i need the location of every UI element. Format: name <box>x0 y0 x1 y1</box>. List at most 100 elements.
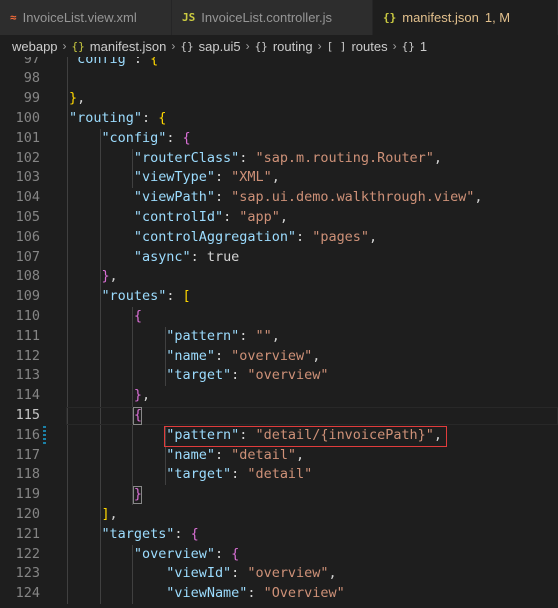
code-line[interactable]: 117 "name": "detail", <box>0 446 558 466</box>
tab-manifest-json[interactable]: {} manifest.json 1, M <box>373 0 558 35</box>
code-text: "pattern": "", <box>166 327 280 344</box>
code-text: "routes": [ <box>101 288 191 305</box>
line-number: 103 <box>15 169 40 186</box>
line-number: 99 <box>23 90 40 107</box>
code-text: } <box>133 486 142 503</box>
code-line[interactable]: 100 "routing": { <box>0 109 558 129</box>
code-text: "routerClass": "sap.m.routing.Router", <box>133 149 442 166</box>
line-number: 112 <box>15 347 40 364</box>
breadcrumb-item-routing[interactable]: {} routing <box>255 39 313 54</box>
code-line[interactable]: 123 "viewId": "overview", <box>0 564 558 584</box>
code-line[interactable]: 122 "overview": { <box>0 545 558 565</box>
code-text: { <box>133 406 142 423</box>
code-text: "viewName": "Overview" <box>166 585 345 602</box>
code-text: "name": "detail", <box>166 446 305 463</box>
code-line[interactable]: 114 }, <box>0 386 558 406</box>
code-line[interactable]: 120 ], <box>0 505 558 525</box>
line-number: 105 <box>15 208 40 225</box>
object-icon: {} <box>401 39 415 53</box>
line-number: 106 <box>15 228 40 245</box>
code-line[interactable]: 108 }, <box>0 267 558 287</box>
modified-line-indicator <box>43 425 46 445</box>
code-text: }, <box>69 90 86 107</box>
code-line[interactable]: 105 "controlId": "app", <box>0 208 558 228</box>
line-number: 116 <box>15 426 40 443</box>
tab-label: InvoiceList.controller.js <box>201 10 333 25</box>
highlight-box <box>163 425 448 447</box>
line-number: 109 <box>15 288 40 305</box>
line-number: 104 <box>15 189 40 206</box>
code-line[interactable]: 106 "controlAggregation": "pages", <box>0 228 558 248</box>
bracket-match-highlight <box>133 406 143 425</box>
code-line[interactable]: 103 "viewType": "XML", <box>0 168 558 188</box>
code-text: "controlAggregation": "pages", <box>133 228 378 245</box>
line-number: 118 <box>15 466 40 483</box>
line-number: 111 <box>15 327 40 344</box>
code-text: ], <box>101 505 118 522</box>
breadcrumb-item-sap-ui5[interactable]: {} sap.ui5 <box>180 39 240 54</box>
code-text: "target": "detail" <box>166 466 313 483</box>
code-line[interactable]: 109 "routes": [ <box>0 287 558 307</box>
code-line[interactable]: 101 "config": { <box>0 129 558 149</box>
breadcrumb-item-routes[interactable]: [ ] routes <box>327 39 388 54</box>
line-number: 110 <box>15 307 40 324</box>
code-line[interactable]: 98 <box>0 69 558 89</box>
chevron-right-icon: › <box>171 39 176 53</box>
json-file-icon: {} <box>383 11 397 24</box>
breadcrumb-label: 1 <box>419 38 428 54</box>
editor-tab-bar: ≈ InvoiceList.view.xml JS InvoiceList.contr… <box>0 0 558 35</box>
breadcrumb: webapp › {} manifest.json › {} sap.ui5 › {} routi… <box>0 35 558 57</box>
code-line[interactable]: 124 "viewName": "Overview" <box>0 584 558 604</box>
code-line[interactable]: 115 { <box>0 406 558 426</box>
array-icon: [ ] <box>326 39 347 53</box>
code-text: "routing": { <box>69 109 167 126</box>
code-text: { <box>133 307 142 324</box>
code-text: "viewId": "overview", <box>166 565 337 582</box>
code-text: "async": true <box>133 248 240 265</box>
line-number: 119 <box>15 486 40 503</box>
code-text: "name": "overview", <box>166 347 321 364</box>
line-number: 107 <box>15 248 40 265</box>
tab-invoicelist-view-xml[interactable]: ≈ InvoiceList.view.xml <box>0 0 172 35</box>
line-number: 117 <box>15 446 40 463</box>
code-line[interactable]: 121 "targets": { <box>0 525 558 545</box>
code-line[interactable]: 97 "config": { <box>0 57 558 69</box>
line-number: 102 <box>15 149 40 166</box>
code-line[interactable]: 119 } <box>0 485 558 505</box>
code-line[interactable]: 111 "pattern": "", <box>0 327 558 347</box>
code-line[interactable]: 104 "viewPath": "sap.ui.demo.walkthrough… <box>0 188 558 208</box>
code-text: }, <box>101 268 118 285</box>
tab-invoicelist-controller-js[interactable]: JS InvoiceList.controller.js <box>172 0 373 35</box>
rss-icon: ≈ <box>10 11 17 24</box>
line-number: 122 <box>15 545 40 562</box>
line-number: 100 <box>15 109 40 126</box>
chevron-right-icon: › <box>62 39 67 53</box>
code-text: "overview": { <box>133 545 240 562</box>
code-line[interactable]: 99}, <box>0 89 558 109</box>
code-line[interactable]: 107 "async": true <box>0 248 558 268</box>
line-number: 108 <box>15 268 40 285</box>
code-text: "controlId": "app", <box>133 208 288 225</box>
code-text: "config": { <box>101 129 191 146</box>
breadcrumb-item-webapp[interactable]: webapp <box>12 39 58 54</box>
code-line[interactable]: 102 "routerClass": "sap.m.routing.Router… <box>0 149 558 169</box>
breadcrumb-label: sap.ui5 <box>198 38 241 54</box>
js-file-icon: JS <box>182 11 196 24</box>
breadcrumb-item-manifest-json[interactable]: {} manifest.json <box>72 39 167 54</box>
code-editor[interactable]: 97 "config": {98 99}, 100 "routing": {101 "c… <box>0 57 558 608</box>
breadcrumb-item-1[interactable]: {} 1 <box>402 39 427 54</box>
breadcrumb-label: routing <box>272 38 313 54</box>
tab-label: InvoiceList.view.xml <box>22 10 137 25</box>
code-text: }, <box>133 387 151 404</box>
tab-label: manifest.json <box>402 10 479 25</box>
line-number: 101 <box>15 129 40 146</box>
code-line[interactable]: 113 "target": "overview" <box>0 366 558 386</box>
breadcrumb-label: manifest.json <box>89 38 167 54</box>
line-number: 121 <box>15 525 40 542</box>
code-text: "config": { <box>69 57 159 67</box>
code-line[interactable]: 118 "target": "detail" <box>0 465 558 485</box>
object-icon: {} <box>254 39 268 53</box>
line-number: 114 <box>15 387 40 404</box>
code-line[interactable]: 112 "name": "overview", <box>0 347 558 367</box>
code-line[interactable]: 110 { <box>0 307 558 327</box>
